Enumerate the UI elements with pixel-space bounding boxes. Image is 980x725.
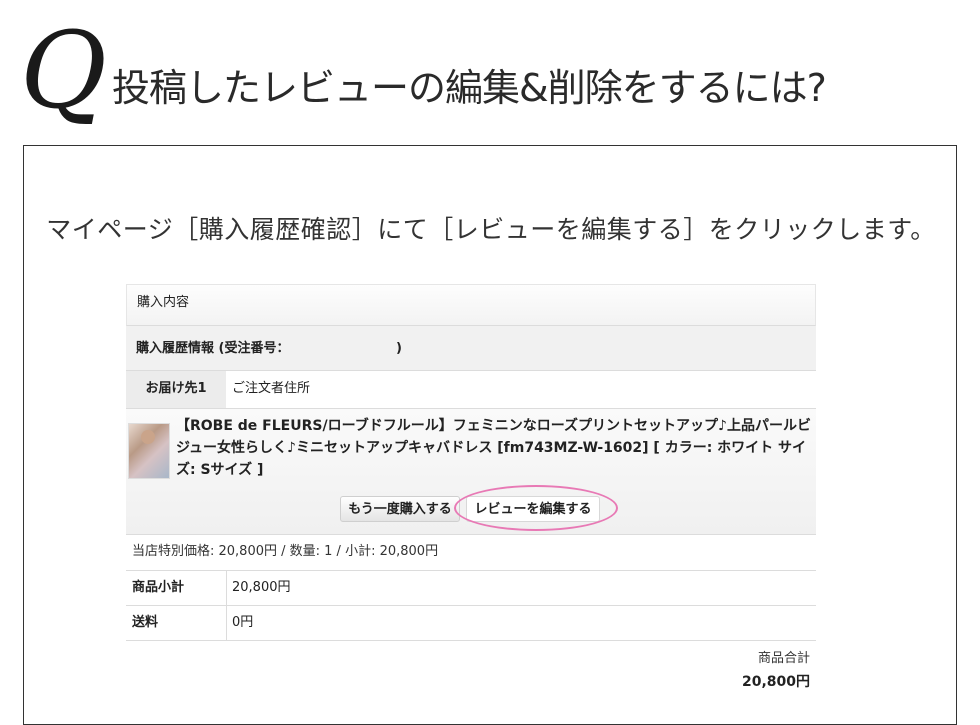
total-value: 20,800円 bbox=[741, 674, 810, 690]
shipping-label: 送料 bbox=[132, 615, 159, 630]
destination-label: お届け先1 bbox=[126, 371, 226, 408]
divider bbox=[226, 571, 227, 605]
history-label: 購入履歴情報 (受注番号： bbox=[136, 341, 290, 356]
destination-row: お届け先1 ご注文者住所 bbox=[126, 371, 816, 409]
content-frame: マイページ［購入履歴確認］にて［レビューを編集する］をクリックします。 購入内容… bbox=[23, 145, 957, 725]
subtotal-row: 商品小計 20,800円 bbox=[126, 571, 816, 606]
shipping-value: 0円 bbox=[232, 615, 254, 630]
q-mark-logo: Q bbox=[20, 9, 107, 132]
total-block: 商品合計 20,800円 bbox=[126, 641, 816, 697]
destination-value: ご注文者住所 bbox=[232, 381, 311, 396]
total-label: 商品合計 bbox=[757, 651, 810, 666]
section-title: 購入内容 bbox=[126, 284, 816, 326]
rebuy-button[interactable]: もう一度購入する bbox=[340, 496, 460, 522]
product-name-link[interactable]: 【ROBE de FLEURS/ローブドフルール】フェミニンなローズプリントセッ… bbox=[176, 415, 812, 481]
divider bbox=[226, 606, 227, 640]
product-thumbnail[interactable] bbox=[128, 423, 170, 479]
shipping-row: 送料 0円 bbox=[126, 606, 816, 641]
history-info-row: 購入履歴情報 (受注番号： ) bbox=[126, 326, 816, 371]
edit-review-button[interactable]: レビューを編集する bbox=[466, 496, 600, 522]
product-row: 【ROBE de FLEURS/ローブドフルール】フェミニンなローズプリントセッ… bbox=[126, 409, 816, 535]
page-title: 投稿したレビューの編集&削除をするには? bbox=[112, 66, 827, 110]
instruction-text: マイページ［購入履歴確認］にて［レビューを編集する］をクリックします。 bbox=[46, 215, 936, 244]
order-panel: 購入内容 購入履歴情報 (受注番号： ) お届け先1 ご注文者住所 【ROBE … bbox=[126, 284, 816, 697]
subtotal-label: 商品小計 bbox=[132, 580, 185, 595]
history-close-paren: ) bbox=[396, 341, 402, 356]
subtotal-value: 20,800円 bbox=[232, 580, 291, 595]
price-line: 当店特別価格: 20,800円 / 数量: 1 / 小計: 20,800円 bbox=[126, 535, 816, 571]
